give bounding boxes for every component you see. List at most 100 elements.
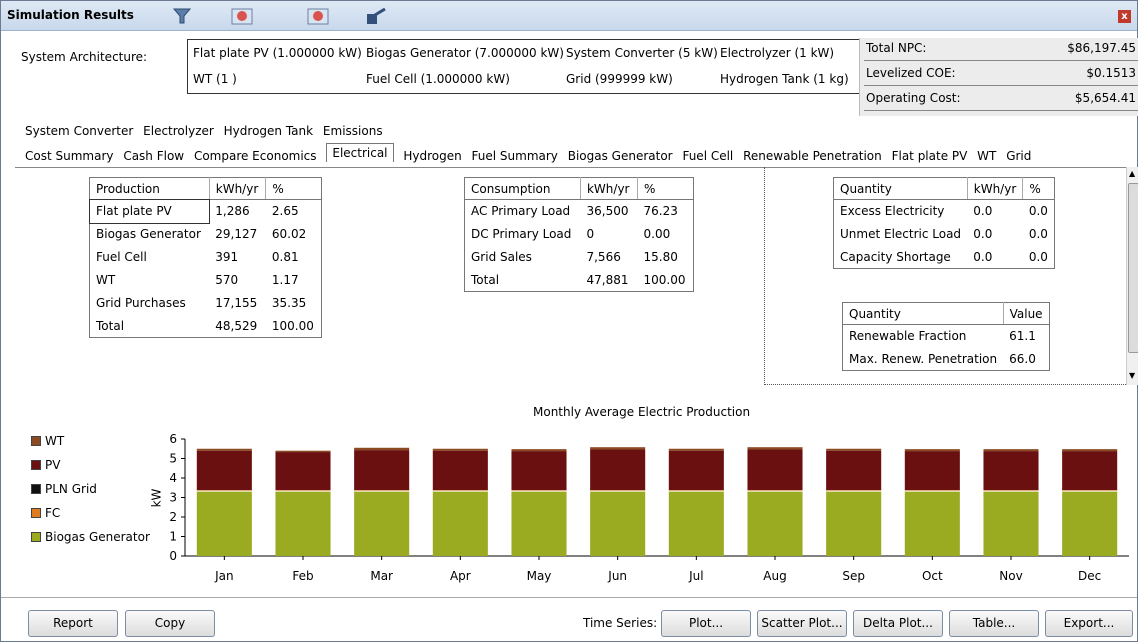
table-button[interactable]: Table... [949, 610, 1039, 637]
tab-compare-economics[interactable]: Compare Economics [194, 148, 317, 164]
table-cell: 0.0 [973, 249, 993, 264]
tab-system-converter[interactable]: System Converter [25, 123, 133, 139]
bar-segment [432, 450, 488, 491]
production-row[interactable]: Total 48,529 100.00 [90, 315, 322, 338]
table-cell: 0.0 [1028, 227, 1048, 241]
production-row[interactable]: WT 570 1.17 [90, 269, 322, 292]
table-cell: Grid Purchases [96, 296, 186, 310]
column-header[interactable]: kWh/yr [580, 177, 639, 200]
legend-label: Biogas Generator [45, 530, 150, 544]
consumption-row[interactable]: DC Primary Load 0 0.00 [465, 223, 694, 246]
table-cell: 17,155 [215, 296, 258, 310]
tab-flat-plate-pv[interactable]: Flat plate PV [892, 148, 968, 164]
tab-fuel-summary[interactable]: Fuel Summary [472, 148, 558, 164]
table-cell: Capacity Shortage [840, 249, 951, 264]
table-cell: 35.35 [271, 296, 307, 310]
bar-segment [904, 451, 960, 491]
table-cell: 48,529 [215, 318, 258, 333]
production-row[interactable]: Biogas Generator 29,127 60.02 [90, 223, 322, 246]
tab-grid[interactable]: Grid [1006, 148, 1031, 164]
export-icon[interactable] [363, 5, 389, 27]
tab-wt[interactable]: WT [977, 148, 996, 164]
bar-segment [354, 491, 410, 556]
production-row[interactable]: Fuel Cell 391 0.81 [90, 246, 322, 269]
column-header[interactable]: % [265, 177, 322, 200]
scatter-plot-button[interactable]: Scatter Plot... [757, 610, 847, 637]
tab-cost-summary[interactable]: Cost Summary [25, 148, 113, 164]
legend-swatch [31, 436, 41, 446]
scroll-down-icon[interactable]: ▼ [1129, 371, 1135, 380]
close-button[interactable]: x [1118, 10, 1131, 23]
quantity-row[interactable]: Capacity Shortage 0.0 0.0 [834, 246, 1055, 269]
column-header[interactable]: kWh/yr [967, 177, 1024, 200]
arch-item: Grid (999999 kW) [566, 72, 673, 86]
chart-compare-icon[interactable] [305, 5, 331, 27]
renewable-row[interactable]: Renewable Fraction 61.1 [843, 325, 1050, 348]
column-header[interactable]: Quantity [833, 177, 968, 200]
table-cell: Total [96, 318, 125, 333]
quantity-row[interactable]: Excess Electricity 0.0 0.0 [834, 200, 1055, 223]
bar-segment [904, 449, 960, 452]
bar-segment [747, 447, 803, 450]
column-header[interactable]: kWh/yr [209, 177, 267, 200]
levelized-coe-label: Levelized COE: [866, 66, 956, 80]
export-button[interactable]: Export... [1045, 610, 1133, 637]
simulation-results-window: Simulation Results x System Architecture… [0, 0, 1138, 642]
x-tick-label: Jan [214, 569, 234, 583]
production-row[interactable]: Flat plate PV 1,286 2.65 [88, 198, 322, 224]
y-tick-label: 3 [169, 491, 177, 505]
column-header[interactable]: % [1022, 177, 1055, 200]
system-architecture-box: Flat plate PV (1.000000 kW) Biogas Gener… [187, 39, 861, 94]
column-header[interactable]: Value [1003, 302, 1050, 325]
bar-segment [983, 449, 1039, 452]
delta-plot-button[interactable]: Delta Plot... [853, 610, 943, 637]
x-tick-label: Aug [763, 569, 786, 583]
y-tick-label: 5 [169, 452, 177, 466]
bar-segment [983, 491, 1039, 556]
tab-hydrogen-tank[interactable]: Hydrogen Tank [224, 123, 313, 139]
scroll-up-icon[interactable]: ▲ [1129, 169, 1135, 178]
quantity-row[interactable]: Unmet Electric Load 0.0 0.0 [834, 223, 1055, 246]
tab-emissions[interactable]: Emissions [323, 123, 383, 139]
tab-cash-flow[interactable]: Cash Flow [123, 148, 184, 164]
bar-segment [1062, 491, 1118, 556]
x-tick-label: Jul [688, 569, 703, 583]
column-header[interactable]: Production [89, 177, 210, 200]
table-cell: 0.0 [1028, 204, 1048, 219]
consumption-row[interactable]: Total 47,881 100.00 [465, 269, 694, 292]
tab-fuel-cell[interactable]: Fuel Cell [682, 148, 733, 164]
tab-electrolyzer[interactable]: Electrolyzer [143, 123, 214, 139]
bar-segment [354, 450, 410, 491]
report-button[interactable]: Report [28, 610, 118, 637]
tab-electrical[interactable]: Electrical [326, 143, 394, 162]
table-cell: WT [96, 273, 116, 287]
column-header[interactable]: Consumption [464, 177, 581, 200]
table-cell: Fuel Cell [96, 250, 147, 264]
arch-item: Electrolyzer (1 kW) [720, 46, 835, 60]
chart-icon[interactable] [229, 5, 255, 27]
vertical-scrollbar[interactable]: ▲ ▼ [1126, 167, 1138, 385]
bar-segment [196, 491, 252, 556]
scroll-thumb[interactable] [1128, 183, 1138, 353]
copy-button[interactable]: Copy [125, 610, 215, 637]
tab-renewable-penetration[interactable]: Renewable Penetration [743, 148, 882, 164]
plot-button[interactable]: Plot... [661, 610, 751, 637]
tab-biogas-generator[interactable]: Biogas Generator [568, 148, 673, 164]
legend-swatch [31, 460, 41, 470]
x-tick-label: May [527, 569, 552, 583]
consumption-row[interactable]: Grid Sales 7,566 15.80 [465, 246, 694, 269]
production-row[interactable]: Grid Purchases 17,155 35.35 [90, 292, 322, 315]
bar-segment [275, 491, 331, 556]
consumption-row[interactable]: AC Primary Load 36,500 76.23 [465, 200, 694, 223]
table-cell: 570 [215, 273, 239, 287]
column-header[interactable]: % [637, 177, 694, 200]
tab-hydrogen[interactable]: Hydrogen [403, 148, 461, 164]
legend-label: PV [45, 458, 61, 472]
table-cell: 0.0 [1028, 249, 1048, 264]
table-cell: Biogas Generator [96, 227, 201, 241]
renewable-row[interactable]: Max. Renew. Penetration 66.0 [843, 348, 1050, 371]
filter-icon[interactable] [169, 5, 195, 27]
arch-item: Hydrogen Tank (1 kg) [720, 72, 849, 86]
column-header[interactable]: Quantity [842, 302, 1004, 325]
legend-item: FC [31, 501, 150, 525]
